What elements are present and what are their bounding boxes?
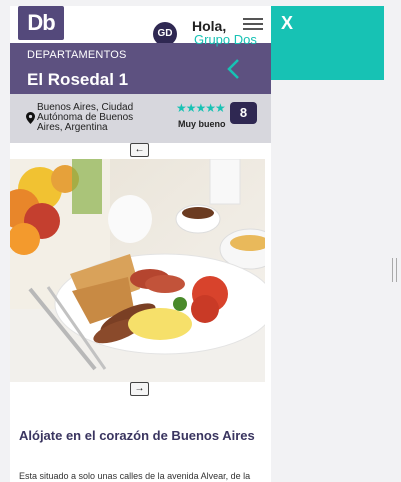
- gallery-prev-button[interactable]: ←: [130, 143, 149, 157]
- resize-handle[interactable]: [392, 258, 397, 282]
- score-badge: 8: [230, 102, 257, 124]
- section-heading: Alójate en el corazón de Buenos Aires: [19, 428, 255, 443]
- property-category: DEPARTAMENTOS: [27, 49, 127, 61]
- logo[interactable]: Db: [18, 6, 64, 40]
- username[interactable]: Grupo Dos: [194, 32, 257, 47]
- property-photo: [10, 159, 269, 382]
- description-text: Esta situado a solo unas calles de la av…: [19, 471, 251, 481]
- app-panel: Db GD Hola, DEPARTAMENTOS El Rosedal 1 B…: [10, 6, 271, 482]
- property-info-bar: Buenos Aires, Ciudad Autónoma de Buenos …: [10, 94, 271, 143]
- location-pin-icon: [26, 112, 35, 124]
- property-address: Buenos Aires, Ciudad Autónoma de Buenos …: [37, 102, 134, 133]
- gallery-next-button[interactable]: →: [130, 382, 149, 396]
- rating-stars: ★★★★★: [176, 101, 226, 115]
- menu-icon[interactable]: [243, 18, 263, 30]
- rating-label: Muy bueno: [178, 119, 226, 129]
- close-button[interactable]: X: [281, 13, 293, 34]
- property-header: DEPARTAMENTOS El Rosedal 1: [10, 43, 271, 94]
- property-title: El Rosedal 1: [27, 70, 129, 89]
- chevron-left-icon[interactable]: [226, 58, 240, 80]
